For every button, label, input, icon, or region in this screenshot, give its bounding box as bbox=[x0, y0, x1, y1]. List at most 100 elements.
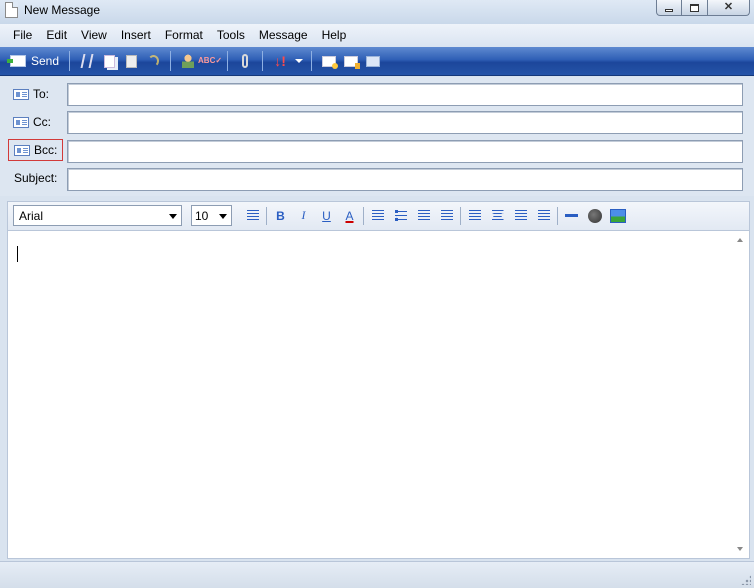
italic-icon: I bbox=[301, 208, 306, 222]
menu-view[interactable]: View bbox=[74, 24, 114, 47]
format-separator bbox=[266, 206, 267, 225]
increase-indent-button[interactable] bbox=[435, 205, 458, 226]
decrease-indent-button[interactable] bbox=[412, 205, 435, 226]
cc-button[interactable]: Cc: bbox=[8, 111, 63, 133]
priority-dropdown-button[interactable] bbox=[291, 50, 305, 72]
maximize-icon bbox=[690, 3, 699, 12]
bcc-field[interactable] bbox=[67, 140, 743, 163]
undo-icon bbox=[147, 55, 159, 67]
format-buttons: B I U A bbox=[241, 205, 629, 226]
copy-icon bbox=[103, 54, 115, 68]
title-bar: New Message ✕ bbox=[0, 0, 754, 24]
chevron-down-icon bbox=[169, 214, 177, 219]
bold-button[interactable]: B bbox=[269, 205, 292, 226]
bcc-label: Bcc: bbox=[34, 143, 58, 157]
minimize-button[interactable] bbox=[656, 0, 682, 16]
work-offline-button[interactable] bbox=[362, 50, 384, 72]
sign-button[interactable] bbox=[318, 50, 340, 72]
undo-button[interactable] bbox=[142, 50, 164, 72]
encrypt-icon bbox=[344, 55, 361, 69]
address-book-icon bbox=[13, 116, 29, 128]
numbering-icon bbox=[371, 210, 384, 221]
insert-picture-button[interactable] bbox=[606, 205, 629, 226]
priority-button[interactable]: ↓! bbox=[269, 50, 291, 72]
font-name-select[interactable]: Arial bbox=[13, 205, 182, 226]
numbering-button[interactable] bbox=[366, 205, 389, 226]
bcc-button[interactable]: Bcc: bbox=[8, 139, 63, 161]
scroll-up-icon[interactable] bbox=[737, 238, 743, 242]
menu-bar: File Edit View Insert Format Tools Messa… bbox=[0, 24, 754, 47]
bullets-icon bbox=[394, 210, 407, 221]
font-color-button[interactable]: A bbox=[338, 205, 361, 226]
message-body[interactable] bbox=[7, 230, 750, 559]
send-button[interactable]: Send bbox=[6, 50, 63, 72]
toolbar-separator bbox=[227, 51, 229, 71]
cut-button[interactable] bbox=[76, 50, 98, 72]
font-size-select[interactable]: 10 bbox=[191, 205, 232, 226]
minimize-icon bbox=[665, 8, 673, 12]
main-toolbar: Send ABC✓ ↓! bbox=[0, 47, 754, 76]
copy-button[interactable] bbox=[98, 50, 120, 72]
underline-button[interactable]: U bbox=[315, 205, 338, 226]
encrypt-button[interactable] bbox=[340, 50, 362, 72]
attach-icon bbox=[242, 54, 249, 68]
menu-edit[interactable]: Edit bbox=[39, 24, 74, 47]
align-left-icon bbox=[468, 210, 481, 221]
cut-icon bbox=[80, 54, 94, 68]
close-icon: ✕ bbox=[723, 1, 734, 13]
hyperlink-button[interactable] bbox=[583, 205, 606, 226]
hyperlink-icon bbox=[587, 208, 602, 223]
menu-file[interactable]: File bbox=[6, 24, 39, 47]
paste-icon bbox=[125, 54, 137, 68]
resize-grip-icon[interactable] bbox=[741, 575, 751, 585]
font-name-value: Arial bbox=[19, 208, 44, 223]
justify-button[interactable] bbox=[532, 205, 555, 226]
align-right-button[interactable] bbox=[509, 205, 532, 226]
priority-dropdown-icon bbox=[295, 59, 304, 63]
address-book-icon bbox=[14, 144, 30, 156]
paragraph-style-button[interactable] bbox=[241, 205, 264, 226]
attach-button[interactable] bbox=[234, 50, 256, 72]
scroll-down-icon[interactable] bbox=[737, 547, 743, 551]
font-color-icon: A bbox=[345, 208, 354, 223]
priority-icon: ↓! bbox=[274, 53, 286, 69]
subject-field[interactable] bbox=[67, 168, 743, 191]
spelling-button[interactable]: ABC✓ bbox=[198, 50, 223, 72]
align-left-button[interactable] bbox=[463, 205, 486, 226]
menu-tools[interactable]: Tools bbox=[210, 24, 252, 47]
menu-insert[interactable]: Insert bbox=[114, 24, 158, 47]
italic-button[interactable]: I bbox=[292, 205, 315, 226]
toolbar-separator bbox=[311, 51, 313, 71]
bullets-button[interactable] bbox=[389, 205, 412, 226]
subject-label: Subject: bbox=[14, 171, 58, 185]
align-center-button[interactable] bbox=[486, 205, 509, 226]
sign-icon bbox=[322, 55, 339, 69]
window-controls: ✕ bbox=[656, 0, 750, 16]
status-bar bbox=[0, 561, 754, 588]
format-separator bbox=[557, 206, 558, 225]
paste-button[interactable] bbox=[120, 50, 142, 72]
cc-label: Cc: bbox=[33, 115, 51, 129]
menu-format[interactable]: Format bbox=[158, 24, 210, 47]
window-title: New Message bbox=[24, 3, 101, 17]
underline-icon: U bbox=[322, 208, 331, 223]
to-field[interactable] bbox=[67, 83, 743, 106]
cc-field[interactable] bbox=[67, 111, 743, 134]
chevron-down-icon bbox=[219, 214, 227, 219]
paragraph-style-icon bbox=[246, 210, 259, 221]
check-names-button[interactable] bbox=[177, 50, 199, 72]
justify-icon bbox=[537, 210, 550, 221]
to-button[interactable]: To: bbox=[8, 83, 63, 105]
to-label: To: bbox=[33, 87, 50, 101]
new-message-icon bbox=[5, 2, 18, 18]
menu-message[interactable]: Message bbox=[252, 24, 315, 47]
toolbar-separator bbox=[262, 51, 264, 71]
bold-icon: B bbox=[276, 208, 285, 223]
menu-help[interactable]: Help bbox=[315, 24, 354, 47]
maximize-button[interactable] bbox=[682, 0, 708, 16]
work-offline-icon bbox=[366, 55, 381, 67]
vertical-scrollbar[interactable] bbox=[733, 231, 749, 558]
horizontal-line-button[interactable] bbox=[560, 205, 583, 226]
close-button[interactable]: ✕ bbox=[708, 0, 750, 16]
spelling-icon: ABC✓ bbox=[198, 56, 223, 65]
